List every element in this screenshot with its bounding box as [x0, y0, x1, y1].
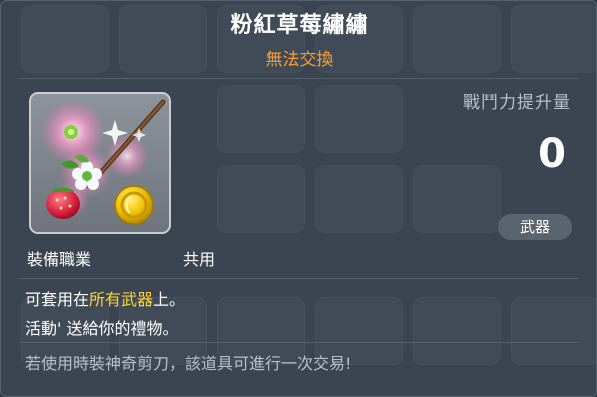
pink-strawberry-wand-icon — [41, 99, 166, 225]
background-slot — [511, 297, 596, 365]
header-divider — [19, 78, 578, 79]
background-slot — [217, 165, 305, 233]
background-slot — [413, 165, 501, 233]
background-slot — [217, 85, 305, 153]
trade-hint-text: 若使用時裝神奇剪刀，該道具可進行一次交易! — [25, 354, 352, 373]
footer-divider — [19, 342, 578, 343]
description-divider — [19, 278, 578, 279]
job-requirement-value: 共用 — [183, 250, 216, 269]
job-requirement-label: 裝備職業 — [27, 250, 92, 269]
description-suffix: 上。 — [153, 290, 186, 309]
description-highlight: 所有武器 — [89, 290, 154, 309]
power-increase-label: 戰鬥力提升量 — [463, 93, 571, 113]
description-line-2: 活動' 送給你的禮物。 — [25, 319, 179, 338]
description-prefix: 可套用在 — [25, 290, 90, 309]
item-icon-frame — [29, 92, 171, 234]
power-increase-value: 0 — [538, 131, 566, 177]
category-badge: 武器 — [498, 214, 572, 240]
trade-status: 無法交換 — [265, 50, 334, 70]
item-tooltip: 粉紅草莓繡繡 無法交換 戰鬥力提升量 0 武器 裝備職業 共用 可套用在所有武器… — [0, 0, 597, 397]
item-name: 粉紅草莓繡繡 — [230, 13, 369, 38]
background-slot — [413, 297, 501, 365]
background-slot — [315, 165, 403, 233]
description-line-1: 可套用在所有武器上。 — [25, 286, 185, 310]
background-slot — [315, 85, 403, 153]
